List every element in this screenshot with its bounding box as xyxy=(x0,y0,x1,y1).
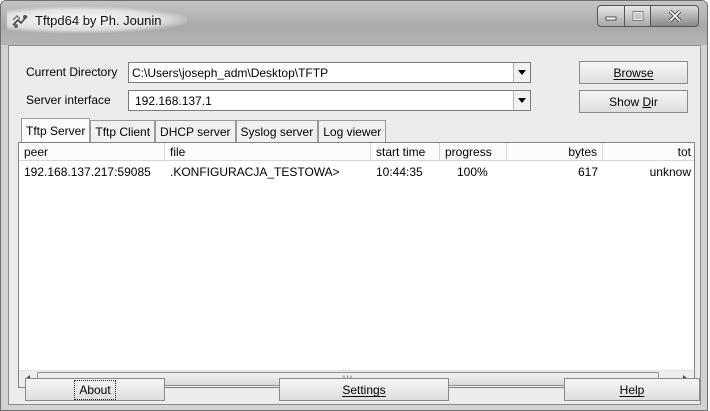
server-interface-label: Server interface xyxy=(26,93,111,107)
tab-tftp-server[interactable]: Tftp Server xyxy=(21,118,91,142)
table-row[interactable]: 192.168.137.217:59085 .KONFIGURACJA_TEST… xyxy=(19,163,694,181)
cell-bytes: 617 xyxy=(577,165,598,179)
column-file[interactable]: file xyxy=(165,143,371,161)
cell-start-time: 10:44:35 xyxy=(376,165,423,179)
minimize-icon xyxy=(605,16,617,21)
server-interface-value[interactable]: 192.168.137.1 xyxy=(129,94,513,108)
cell-peer: 192.168.137.217:59085 xyxy=(24,165,151,179)
show-dir-label-accel: D xyxy=(642,94,652,109)
cell-file: .KONFIGURACJA_TESTOWA> xyxy=(170,165,340,179)
server-interface-dropdown[interactable] xyxy=(513,91,530,110)
help-button[interactable]: Help xyxy=(564,378,700,401)
title-bar[interactable]: Tftpd64 by Ph. Jounin xyxy=(1,1,707,45)
column-peer[interactable]: peer xyxy=(19,143,165,161)
show-dir-label-prefix: Show xyxy=(609,94,643,109)
tab-log-viewer[interactable]: Log viewer xyxy=(318,120,387,142)
column-bytes[interactable]: bytes xyxy=(507,143,603,161)
settings-button-label: Settings xyxy=(342,382,386,397)
show-dir-label-suffix: ir xyxy=(651,94,658,109)
window-title: Tftpd64 by Ph. Jounin xyxy=(35,13,162,28)
browse-button[interactable]: Browse xyxy=(579,61,688,84)
current-directory-dropdown[interactable] xyxy=(513,63,530,82)
settings-button[interactable]: Settings xyxy=(279,378,449,401)
close-button[interactable] xyxy=(651,5,699,27)
help-button-label: Help xyxy=(619,382,645,397)
tab-dhcp-server[interactable]: DHCP server xyxy=(155,120,236,142)
tftpd64-window: Tftpd64 by Ph. Jounin Current Directory … xyxy=(0,0,708,411)
current-directory-value[interactable]: C:\Users\joseph_adm\Desktop\TFTP xyxy=(129,66,513,80)
server-interface-combo[interactable]: 192.168.137.1 xyxy=(128,90,531,111)
column-total[interactable]: tot xyxy=(603,143,694,161)
column-start-time[interactable]: start time xyxy=(371,143,440,161)
tab-tftp-client[interactable]: Tftp Client xyxy=(90,120,156,142)
maximize-button[interactable] xyxy=(625,5,651,27)
transfer-list[interactable]: peer file start time progress bytes tot … xyxy=(18,142,695,388)
tab-strip: Tftp Server Tftp Client DHCP server Sysl… xyxy=(21,118,387,142)
minimize-button[interactable] xyxy=(597,5,625,27)
column-header: peer file start time progress bytes tot xyxy=(19,143,694,161)
current-directory-combo[interactable]: C:\Users\joseph_adm\Desktop\TFTP xyxy=(128,62,531,83)
app-icon[interactable] xyxy=(10,11,30,31)
cell-progress: 100% xyxy=(457,165,488,179)
current-directory-label: Current Directory xyxy=(26,65,118,79)
cell-total: unknow xyxy=(649,165,691,179)
column-progress[interactable]: progress xyxy=(440,143,507,161)
about-button[interactable]: About xyxy=(25,378,165,401)
about-button-label: About xyxy=(74,379,116,400)
tab-syslog-server[interactable]: Syslog server xyxy=(235,120,319,142)
client-area: Current Directory C:\Users\joseph_adm\De… xyxy=(8,45,701,405)
close-icon xyxy=(668,10,681,22)
browse-button-label: Browse xyxy=(613,65,654,80)
maximize-icon xyxy=(632,11,643,21)
chevron-down-icon xyxy=(518,70,526,75)
chevron-down-icon xyxy=(518,98,526,103)
show-dir-button[interactable]: Show Dir xyxy=(579,90,688,113)
